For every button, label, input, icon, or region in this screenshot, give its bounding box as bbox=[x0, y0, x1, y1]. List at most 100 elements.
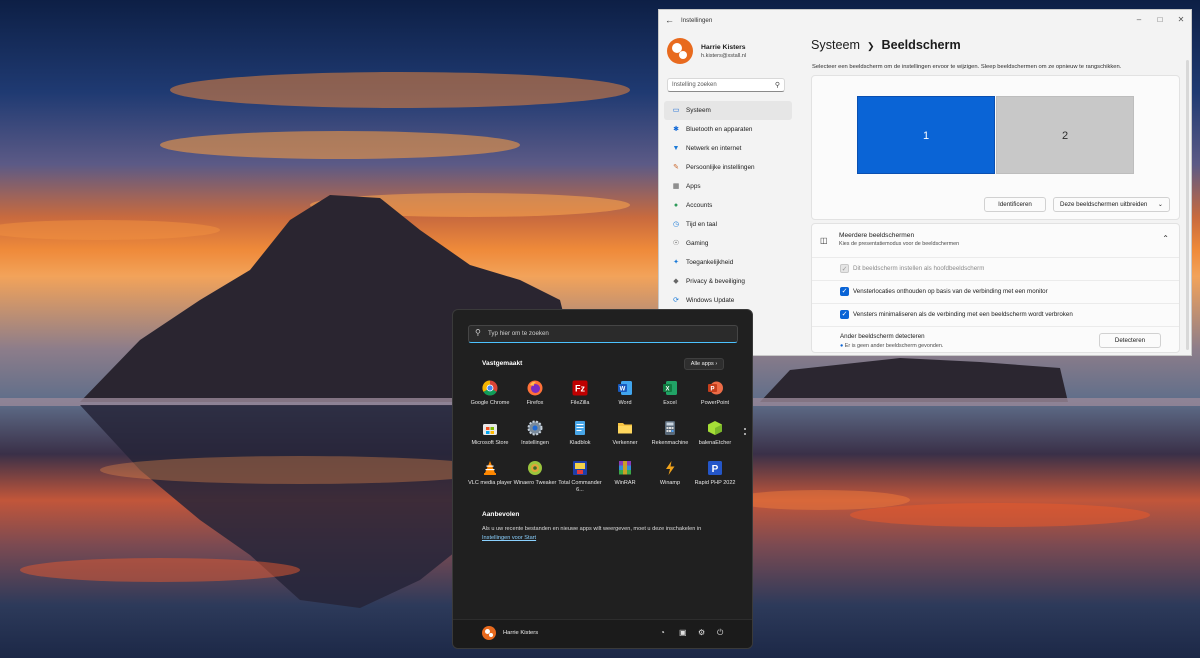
multi-monitor-icon: ◫ bbox=[820, 236, 828, 245]
identify-button[interactable]: Identificeren bbox=[984, 197, 1046, 212]
powerpoint-icon: P bbox=[707, 380, 723, 396]
app-rekenmachine[interactable]: Rekenmachine bbox=[648, 420, 692, 447]
app-label: WinRAR bbox=[614, 480, 636, 486]
app-label: Verkenner bbox=[612, 440, 638, 446]
sidebar-item-accounts[interactable]: ● Accounts bbox=[664, 196, 792, 215]
chevron-right-icon: ❯ bbox=[867, 41, 875, 51]
app-google-chrome[interactable]: Google Chrome bbox=[468, 380, 512, 407]
winaero-icon bbox=[527, 460, 543, 476]
app-firefox[interactable]: Firefox bbox=[513, 380, 557, 407]
word-icon: W bbox=[617, 380, 633, 396]
app-total-commander[interactable]: Total Commander 6... bbox=[558, 460, 602, 494]
display-arrangement-panel: 1 2 Identificeren Deze beeldschermen uit… bbox=[811, 75, 1180, 220]
app-filezilla[interactable]: Fz FileZilla bbox=[558, 380, 602, 407]
search-icon: ⚲ bbox=[475, 328, 481, 337]
app-instellingen[interactable]: Instellingen bbox=[513, 420, 557, 447]
sidebar-item-update[interactable]: ⟳ Windows Update bbox=[664, 291, 792, 310]
gear-icon[interactable]: ⚙ bbox=[698, 628, 705, 637]
app-word[interactable]: W Word bbox=[603, 380, 647, 407]
sidebar-item-toegankelijkheid[interactable]: ✦ Toegankelijkheid bbox=[664, 253, 792, 272]
app-microsoft-store[interactable]: Microsoft Store bbox=[468, 420, 512, 447]
start-search-input[interactable]: ⚲ Typ hier om te zoeken bbox=[468, 325, 738, 343]
sidebar-item-tijd[interactable]: ◷ Tijd en taal bbox=[664, 215, 792, 234]
minimize-windows-checkbox[interactable]: ✓ bbox=[840, 310, 849, 319]
app-winamp[interactable]: Winamp bbox=[648, 460, 692, 487]
app-kladblok[interactable]: Kladblok bbox=[558, 420, 602, 447]
start-search-placeholder: Typ hier om te zoeken bbox=[488, 330, 549, 337]
sidebar-item-netwerk[interactable]: ▼ Netwerk en internet bbox=[664, 139, 792, 158]
remember-locations-checkbox[interactable]: ✓ bbox=[840, 287, 849, 296]
network-globe-icon[interactable]: ◔ bbox=[660, 628, 665, 637]
sidebar-item-label: Privacy & beveiliging bbox=[686, 278, 745, 285]
back-arrow-icon[interactable]: ← bbox=[665, 15, 674, 25]
sidebar-item-label: Systeem bbox=[686, 107, 711, 114]
app-rapid-php[interactable]: P Rapid PHP 2022 bbox=[693, 460, 737, 487]
close-icon[interactable]: ✕ bbox=[1171, 13, 1191, 27]
avatar[interactable] bbox=[482, 626, 496, 640]
app-label: PowerPoint bbox=[700, 400, 730, 406]
sidebar-item-gaming[interactable]: ☉ Gaming bbox=[664, 234, 792, 253]
sidebar-item-label: Windows Update bbox=[686, 297, 735, 304]
firefox-icon bbox=[527, 380, 543, 396]
main-display-checkbox: ✓ bbox=[840, 264, 849, 273]
sidebar-item-label: Apps bbox=[686, 183, 701, 190]
app-verkenner[interactable]: Verkenner bbox=[603, 420, 647, 447]
sidebar-item-label: Accounts bbox=[686, 202, 713, 209]
detect-display-title: Ander beeldscherm detecteren bbox=[840, 333, 925, 340]
folder-outline-icon[interactable]: ▣ bbox=[679, 628, 687, 637]
start-user-name[interactable]: Harrie Kisters bbox=[503, 630, 538, 636]
display-2-tile[interactable]: 2 bbox=[996, 96, 1134, 174]
power-icon[interactable]: ⏻ bbox=[717, 628, 723, 638]
settings-window: ← Instellingen – □ ✕ Harrie Kisters h.ki… bbox=[658, 9, 1192, 356]
sidebar-item-systeem[interactable]: ▭ Systeem bbox=[664, 101, 792, 120]
all-apps-label: Alle apps bbox=[690, 361, 714, 367]
search-placeholder: Instelling zoeken bbox=[672, 82, 717, 88]
maximize-icon[interactable]: □ bbox=[1150, 13, 1170, 27]
multiple-displays-header[interactable]: ◫ Meerdere beeldschermen Kies de present… bbox=[812, 224, 1179, 257]
all-apps-button[interactable]: Alle apps › bbox=[684, 358, 724, 370]
app-label: balenaEtcher bbox=[698, 440, 732, 446]
svg-text:Fz: Fz bbox=[575, 384, 585, 394]
extend-displays-label: Deze beeldschermen uitbreiden bbox=[1060, 201, 1148, 208]
total-commander-icon bbox=[572, 460, 588, 476]
gamepad-icon: ☉ bbox=[672, 240, 680, 247]
sidebar-item-label: Gaming bbox=[686, 240, 709, 247]
app-winaero-tweaker[interactable]: Winaero Tweaker bbox=[513, 460, 557, 487]
window-title: Instellingen bbox=[681, 17, 713, 24]
search-icon: ⚲ bbox=[774, 82, 780, 89]
app-label: Rekenmachine bbox=[651, 440, 689, 446]
app-label: Rapid PHP 2022 bbox=[694, 480, 736, 486]
display-1-tile[interactable]: 1 bbox=[857, 96, 995, 174]
sidebar-item-persoonlijk[interactable]: ✎ Persoonlijke instellingen bbox=[664, 158, 792, 177]
pinned-page-indicator[interactable] bbox=[744, 428, 747, 438]
settings-gear-icon bbox=[527, 420, 543, 436]
extend-displays-dropdown[interactable]: Deze beeldschermen uitbreiden ⌄ bbox=[1053, 197, 1170, 212]
sidebar-item-privacy[interactable]: ◆ Privacy & beveiliging bbox=[664, 272, 792, 291]
app-excel[interactable]: X Excel bbox=[648, 380, 692, 407]
breadcrumb: Systeem ❯ Beeldscherm bbox=[811, 38, 961, 52]
detect-button[interactable]: Detecteren bbox=[1099, 333, 1161, 348]
app-label: Google Chrome bbox=[470, 400, 510, 406]
app-label: Winamp bbox=[659, 480, 681, 486]
detect-display-row: Ander beeldscherm detecteren ● Er is gee… bbox=[812, 326, 1179, 355]
option-minimize-windows: ✓ Vensters minimaliseren als de verbindi… bbox=[812, 303, 1179, 327]
minimize-icon[interactable]: – bbox=[1129, 13, 1149, 27]
breadcrumb-parent[interactable]: Systeem bbox=[811, 38, 860, 52]
sidebar-item-bluetooth[interactable]: ✱ Bluetooth en apparaten bbox=[664, 120, 792, 139]
detect-display-status: Er is geen ander beeldscherm gevonden. bbox=[844, 343, 944, 349]
monitor-icon: ▭ bbox=[672, 107, 680, 114]
app-vlc[interactable]: VLC media player bbox=[468, 460, 512, 487]
folder-icon bbox=[617, 420, 633, 436]
start-settings-link[interactable]: Instellingen voor Start bbox=[482, 535, 536, 541]
title-bar: ← Instellingen – □ ✕ bbox=[659, 10, 1191, 32]
app-balenaetcher[interactable]: balenaEtcher bbox=[693, 420, 737, 447]
app-label: FileZilla bbox=[570, 400, 590, 406]
accessibility-icon: ✦ bbox=[673, 259, 679, 266]
app-label: Excel bbox=[663, 400, 677, 406]
app-winrar[interactable]: WinRAR bbox=[603, 460, 647, 487]
app-powerpoint[interactable]: P PowerPoint bbox=[693, 380, 737, 407]
scrollbar[interactable] bbox=[1186, 60, 1189, 350]
sidebar-item-label: Persoonlijke instellingen bbox=[686, 164, 755, 171]
sidebar-item-apps[interactable]: ▦ Apps bbox=[664, 177, 792, 196]
settings-search-input[interactable]: Instelling zoeken ⚲ bbox=[667, 78, 785, 92]
